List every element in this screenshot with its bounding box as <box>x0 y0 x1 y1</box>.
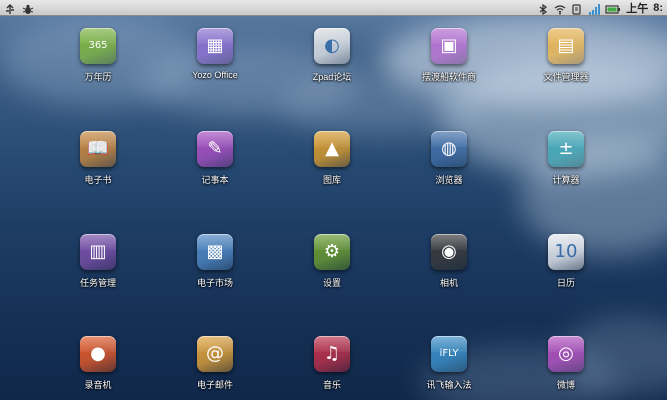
gallery-icon: ▲ <box>314 131 350 167</box>
app-notepad[interactable]: ✎ 记事本 <box>160 131 270 211</box>
app-label: 相机 <box>439 278 458 288</box>
app-camera[interactable]: ◉ 相机 <box>394 234 504 314</box>
task-manager-icon: ▥ <box>80 234 116 270</box>
app-label: 万年历 <box>84 72 112 82</box>
app-weibo[interactable]: ◎ 微博 <box>511 336 621 400</box>
signal-icon <box>588 2 601 15</box>
app-calendar-365[interactable]: 365 万年历 <box>43 28 153 108</box>
app-label: 电子书 <box>84 175 112 185</box>
app-store-bag[interactable]: ▣ 摆渡船软件商 <box>394 28 504 108</box>
app-label: 图库 <box>322 175 341 185</box>
app-recorder-mic[interactable]: ● 录音机 <box>43 336 153 400</box>
app-market[interactable]: ▩ 电子市场 <box>160 234 270 314</box>
app-label: Zpad论坛 <box>312 72 352 82</box>
app-label: 记事本 <box>201 175 229 185</box>
office-icon: ▦ <box>197 28 233 64</box>
app-label: 设置 <box>322 278 341 288</box>
app-label: 音乐 <box>322 380 341 390</box>
app-label: 摆渡船软件商 <box>421 72 476 82</box>
app-label: 日历 <box>556 278 575 288</box>
app-label: 文件管理器 <box>543 72 589 82</box>
app-label: 任务管理 <box>79 278 116 288</box>
app-label: 微博 <box>556 380 575 390</box>
wifi-icon <box>554 2 566 15</box>
weibo-icon: ◎ <box>548 336 584 372</box>
app-label: 讯飞输入法 <box>426 380 472 390</box>
folder-search-icon: ▤ <box>548 28 584 64</box>
usb-icon <box>4 2 16 14</box>
music-headphones-icon: ♫ <box>314 336 350 372</box>
recorder-mic-icon: ● <box>80 336 116 372</box>
app-label: 浏览器 <box>435 175 463 185</box>
app-calculator[interactable]: ± 计算器 <box>511 131 621 211</box>
browser-globe-icon: ◍ <box>431 131 467 167</box>
app-label: 录音机 <box>84 380 112 390</box>
settings-gear-icon: ⚙ <box>314 234 350 270</box>
app-browser-globe[interactable]: ◍ 浏览器 <box>394 131 504 211</box>
email-icon: @ <box>197 336 233 372</box>
app-ifly-input[interactable]: iFLY 讯飞输入法 <box>394 336 504 400</box>
sync-icon <box>571 2 583 15</box>
notepad-icon: ✎ <box>197 131 233 167</box>
ebook-icon: 📖 <box>80 131 116 167</box>
time-prefix: 上午 <box>626 2 649 15</box>
app-music-headphones[interactable]: ♫ 音乐 <box>277 336 387 400</box>
app-task-manager[interactable]: ▥ 任务管理 <box>43 234 153 314</box>
calculator-icon: ± <box>548 131 584 167</box>
app-label: 电子邮件 <box>196 380 233 390</box>
app-label: Yozo Office <box>192 70 238 80</box>
app-settings-gear[interactable]: ⚙ 设置 <box>277 234 387 314</box>
app-office[interactable]: ▦ Yozo Office <box>160 28 270 108</box>
app-label: 电子市场 <box>196 278 233 288</box>
app-label: 计算器 <box>552 175 580 185</box>
debug-bug-icon <box>22 2 34 14</box>
app-grid: 365 万年历 ▦ Yozo Office ◐ Zpad论坛 ▣ 摆渡船软件商 ▤ 文件管理器 📖 电… <box>0 16 667 400</box>
app-folder-search[interactable]: ▤ 文件管理器 <box>511 28 621 108</box>
app-gallery[interactable]: ▲ 图库 <box>277 131 387 211</box>
calendar-365-icon: 365 <box>80 28 116 64</box>
app-calendar[interactable]: 10 日历 <box>511 234 621 314</box>
app-forum[interactable]: ◐ Zpad论坛 <box>277 28 387 108</box>
forum-icon: ◐ <box>314 28 350 64</box>
ifly-input-icon: iFLY <box>431 336 467 372</box>
market-icon: ▩ <box>197 234 233 270</box>
app-ebook[interactable]: 📖 电子书 <box>43 131 153 211</box>
app-email[interactable]: @ 电子邮件 <box>160 336 270 400</box>
clock: 8: <box>653 1 663 14</box>
bluetooth-icon <box>537 2 549 16</box>
store-bag-icon: ▣ <box>431 28 467 64</box>
calendar-icon: 10 <box>548 234 584 270</box>
camera-icon: ◉ <box>431 234 467 270</box>
status-bar: 上午 8: <box>0 0 667 16</box>
battery-icon <box>605 2 621 14</box>
